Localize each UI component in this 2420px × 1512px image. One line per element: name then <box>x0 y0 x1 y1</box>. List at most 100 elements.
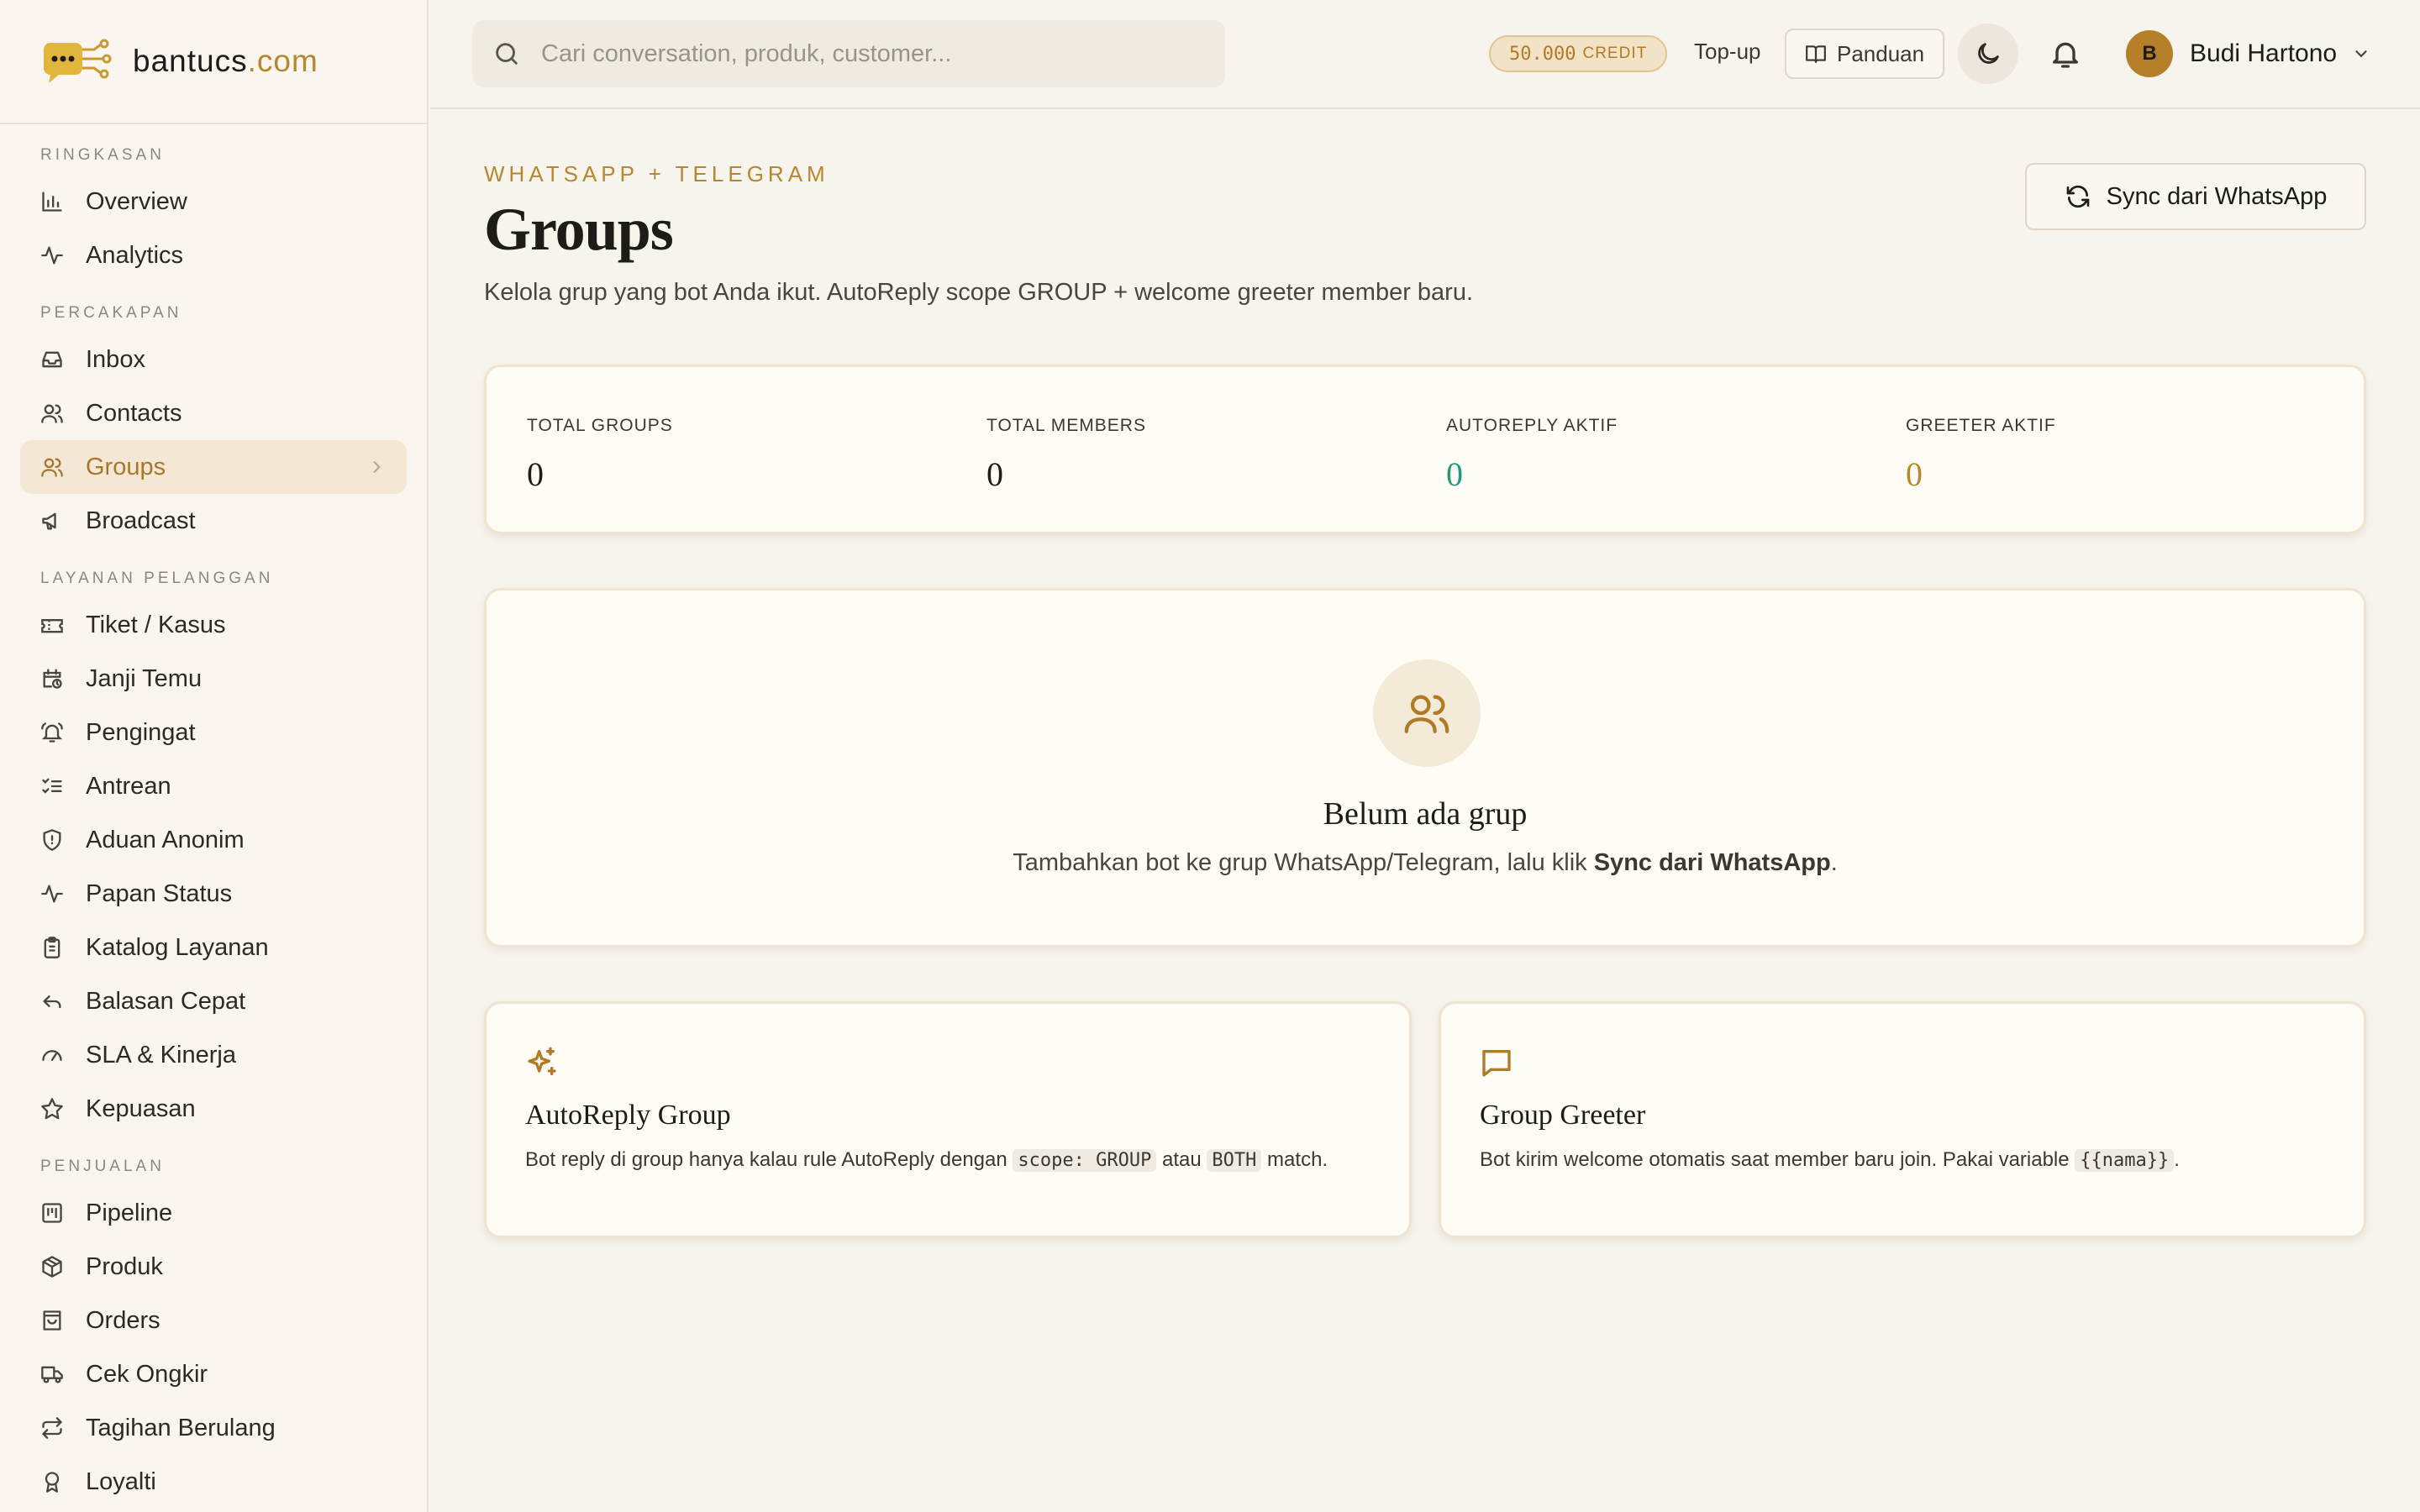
package-icon <box>42 1256 62 1278</box>
chevron-right-icon <box>373 461 381 473</box>
bell-ring-icon <box>41 722 63 743</box>
repeat-icon <box>42 1417 62 1439</box>
stat-label: GREETER AKTIF <box>1906 416 2056 435</box>
kanban-icon <box>42 1203 62 1223</box>
sidebar-item-balasan-cepat[interactable]: Balasan Cepat <box>20 974 407 1028</box>
feature-card-greeter: Group Greeter Bot kirim welcome otomatis… <box>1439 1001 2366 1238</box>
sidebar-item-label: Cek Ongkir <box>86 1360 208 1388</box>
sidebar-item-loyalti[interactable]: Loyalti <box>20 1455 407 1509</box>
sidebar-item-contacts[interactable]: Contacts <box>20 386 407 440</box>
sidebar-item-analytics[interactable]: Analytics <box>20 228 407 282</box>
sidebar-nav: RINGKASAN Overview Analytics PERCAKAPAN … <box>0 124 427 1509</box>
code-snippet: scope: GROUP <box>1013 1149 1157 1172</box>
empty-state-icon-circle <box>1373 659 1481 767</box>
sidebar-item-label: Contacts <box>86 399 182 427</box>
sidebar-item-tiket-kasus[interactable]: Tiket / Kasus <box>20 598 407 652</box>
sidebar-item-katalog-layanan[interactable]: Katalog Layanan <box>20 921 407 974</box>
calendar-clock-icon <box>43 669 62 689</box>
search-input[interactable] <box>541 39 1180 68</box>
search-box[interactable] <box>472 20 1225 87</box>
sidebar-item-antrean[interactable]: Antrean <box>20 759 407 813</box>
sidebar-item-overview[interactable]: Overview <box>20 175 407 228</box>
sidebar-item-label: Overview <box>86 187 187 215</box>
message-square-icon <box>1482 1050 1511 1077</box>
stats-card: TOTAL GROUPS 0 TOTAL MEMBERS 0 AUTOREPLY… <box>484 365 2366 534</box>
panduan-label: Panduan <box>1837 40 1925 66</box>
credit-badge[interactable]: 50.000 CREDIT <box>1489 35 1668 72</box>
inbox-icon <box>42 351 62 368</box>
panduan-button[interactable]: Panduan <box>1785 29 1945 79</box>
refresh-icon <box>2066 185 2089 208</box>
sidebar-item-label: Janji Temu <box>86 664 203 692</box>
sidebar-item-pipeline[interactable]: Pipeline <box>20 1186 407 1240</box>
page-kicker: WHATSAPP + TELEGRAM <box>484 161 829 186</box>
nav-section-title: RINGKASAN <box>40 146 165 164</box>
topup-link[interactable]: Top-up <box>1694 39 1761 65</box>
shopping-bag-icon <box>43 1310 61 1331</box>
reply-icon <box>43 995 61 1009</box>
stat-value: 0 <box>1446 455 1463 493</box>
ticket-icon <box>41 619 63 633</box>
sidebar-item-tagihan-berulang[interactable]: Tagihan Berulang <box>20 1401 407 1455</box>
topbar: 50.000 CREDIT Top-up Panduan B Budi Hart… <box>430 0 2420 109</box>
star-icon <box>41 1098 63 1120</box>
sync-whatsapp-button[interactable]: Sync dari WhatsApp <box>2025 163 2366 230</box>
bar-chart-icon <box>42 192 62 212</box>
empty-state-title: Belum ada grup <box>1323 796 1528 832</box>
sidebar-item-sla-kinerja[interactable]: SLA & Kinerja <box>20 1028 407 1082</box>
award-icon <box>45 1472 60 1493</box>
sidebar-item-label: Orders <box>86 1306 160 1334</box>
credit-amount: 50.000 <box>1509 43 1576 65</box>
credit-label: CREDIT <box>1582 45 1648 62</box>
truck-icon <box>41 1366 63 1383</box>
sidebar-item-label: Balasan Cepat <box>86 987 246 1015</box>
stat-label: AUTOREPLY AKTIF <box>1446 416 1618 435</box>
brand[interactable]: bantucs.com <box>0 0 427 124</box>
stat-autoreply-aktif: AUTOREPLY AKTIF 0 <box>1446 416 1618 494</box>
sidebar-item-label: Papan Status <box>86 879 233 907</box>
megaphone-icon <box>42 512 56 530</box>
users-icon <box>41 404 63 423</box>
sidebar-item-janji-temu[interactable]: Janji Temu <box>20 652 407 706</box>
sidebar-item-papan-status[interactable]: Papan Status <box>20 867 407 921</box>
feature-card-autoreply: AutoReply Group Bot reply di group hanya… <box>484 1001 1412 1238</box>
sidebar-item-label: SLA & Kinerja <box>86 1041 236 1068</box>
shield-icon <box>43 829 61 851</box>
sidebar-item-label: Katalog Layanan <box>86 933 269 961</box>
sidebar: bantucs.com RINGKASAN Overview Analytics… <box>0 0 429 1512</box>
sync-label: Sync dari WhatsApp <box>2106 182 2328 210</box>
sidebar-item-pengingat[interactable]: Pengingat <box>20 706 407 759</box>
sidebar-item-cek-ongkir[interactable]: Cek Ongkir <box>20 1347 407 1401</box>
sidebar-item-orders[interactable]: Orders <box>20 1294 407 1347</box>
stat-value: 0 <box>986 455 1003 493</box>
sidebar-item-produk[interactable]: Produk <box>20 1240 407 1294</box>
user-menu[interactable]: B Budi Hartono <box>2126 29 2370 79</box>
sidebar-item-label: Broadcast <box>86 507 196 534</box>
clipboard-icon <box>44 937 60 958</box>
feature-description: Bot reply di group hanya kalau rule Auto… <box>525 1148 1328 1172</box>
logo-icon <box>42 38 114 85</box>
theme-toggle-button[interactable] <box>1958 24 2018 84</box>
sidebar-item-label: Tiket / Kasus <box>86 611 226 638</box>
stat-total-members: TOTAL MEMBERS 0 <box>986 416 1146 494</box>
sidebar-item-groups[interactable]: Groups <box>20 440 407 494</box>
users-icon <box>41 458 63 477</box>
sidebar-item-kepuasan[interactable]: Kepuasan <box>20 1082 407 1136</box>
empty-state-description: Tambahkan bot ke grup WhatsApp/Telegram,… <box>1013 849 1838 876</box>
sidebar-item-label: Pipeline <box>86 1199 173 1226</box>
stat-value: 0 <box>1906 455 1923 493</box>
sidebar-item-inbox[interactable]: Inbox <box>20 333 407 386</box>
feature-description: Bot kirim welcome otomatis saat member b… <box>1480 1148 2180 1172</box>
stat-greeter-aktif: GREETER AKTIF 0 <box>1906 416 2056 494</box>
sidebar-item-label: Loyalti <box>86 1467 156 1495</box>
sidebar-item-label: Analytics <box>86 241 184 269</box>
empty-state-action-text: Sync dari WhatsApp <box>1593 849 1831 876</box>
notification-bell-icon[interactable] <box>2049 37 2082 71</box>
avatar: B <box>2126 30 2173 77</box>
sidebar-item-label: Inbox <box>86 345 145 373</box>
moon-icon <box>1978 43 1999 64</box>
sidebar-item-label: Groups <box>86 453 166 480</box>
sidebar-item-broadcast[interactable]: Broadcast <box>20 494 407 548</box>
sidebar-item-aduan-anonim[interactable]: Aduan Anonim <box>20 813 407 867</box>
stat-label: TOTAL MEMBERS <box>986 416 1146 435</box>
